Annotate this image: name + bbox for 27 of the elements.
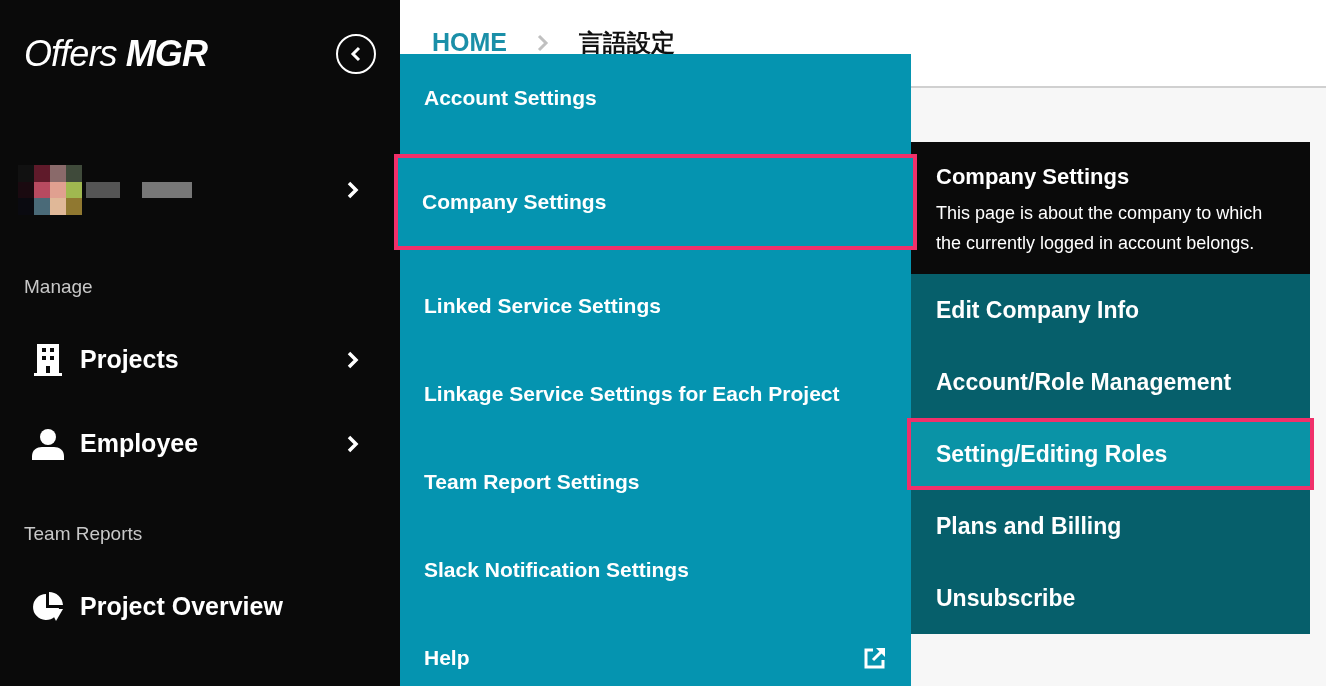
chevron-right-icon	[537, 34, 549, 52]
menu-item[interactable]: Linked Service Settings	[400, 262, 911, 350]
menu-item[interactable]: Help	[400, 614, 911, 686]
submenu-title: Company Settings	[936, 163, 1131, 191]
nav-item[interactable]: Employee	[0, 402, 400, 486]
chevron-right-icon	[346, 350, 360, 370]
chevron-right-icon[interactable]	[346, 180, 360, 200]
menu-item[interactable]: Team Report Settings	[400, 438, 911, 526]
submenu-description: This page is about the company to which the currently logged in account belongs.	[936, 202, 1264, 255]
external-link-icon	[863, 646, 887, 670]
nav-item[interactable]: Projects	[0, 318, 400, 402]
menu-item[interactable]: Slack Notification Settings	[400, 526, 911, 614]
collapse-button[interactable]	[336, 34, 376, 74]
section-heading: Team Reports	[23, 522, 144, 546]
submenu-item[interactable]: Unsubscribe	[911, 562, 1310, 634]
section-heading: Manage	[23, 275, 94, 299]
app-logo: Offers MGR	[24, 36, 207, 72]
submenu-item[interactable]: Edit Company Info	[911, 274, 1310, 346]
nav-item[interactable]: Project Overview	[0, 565, 400, 649]
chevron-right-icon	[346, 434, 360, 454]
person-icon	[32, 428, 64, 460]
submenu-item[interactable]: Plans and Billing	[911, 490, 1310, 562]
building-icon	[34, 344, 62, 376]
pie-chart-icon	[32, 591, 64, 623]
chevron-left-icon	[350, 46, 362, 62]
menu-item[interactable]: Linkage Service Settings for Each Project	[400, 350, 911, 438]
submenu-item[interactable]: Account/Role Management	[911, 346, 1310, 418]
